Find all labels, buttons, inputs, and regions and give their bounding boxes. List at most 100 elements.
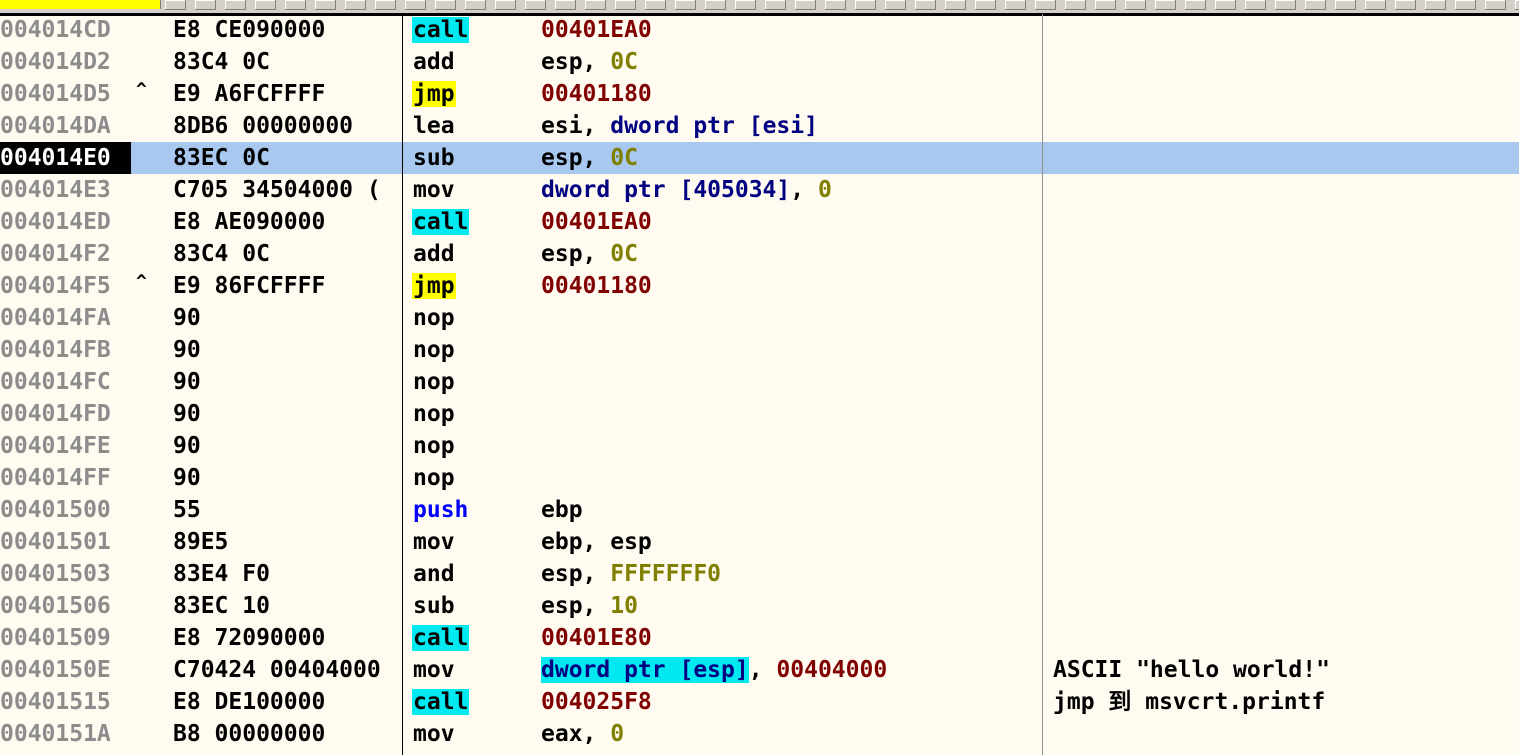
hex-bytes-cell[interactable]: 83C4 0C [173, 238, 403, 270]
hex-bytes-cell[interactable]: E8 DE100000 [173, 686, 403, 718]
hex-bytes-cell[interactable]: E9 A6FCFFFF [173, 78, 403, 110]
disasm-row[interactable]: 004014FF 90 nop [0, 462, 1519, 494]
operands-cell[interactable] [541, 334, 1041, 366]
operands-cell[interactable]: eax, 0 [541, 718, 1041, 750]
operands-cell[interactable] [541, 302, 1041, 334]
mnemonic-cell[interactable]: call [412, 14, 532, 46]
hex-bytes-cell[interactable]: E8 CE090000 [173, 14, 403, 46]
comment-cell[interactable] [1053, 398, 1513, 430]
disasm-row[interactable]: 004014D5 ^ E9 A6FCFFFF jmp 00401180 [0, 78, 1519, 110]
mnemonic-cell[interactable]: jmp [412, 270, 532, 302]
comment-cell[interactable] [1053, 206, 1513, 238]
operands-cell[interactable]: esi, dword ptr [esi] [541, 110, 1041, 142]
disasm-row[interactable]: 00401501 89E5 mov ebp, esp [0, 526, 1519, 558]
operands-cell[interactable]: 00401180 [541, 78, 1041, 110]
disasm-row[interactable]: 004014D2 83C4 0C add esp, 0C [0, 46, 1519, 78]
mnemonic-cell[interactable]: mov [412, 174, 532, 206]
operands-cell[interactable]: 004025F8 [541, 686, 1041, 718]
operands-cell[interactable]: 00401E80 [541, 622, 1041, 654]
disasm-row[interactable]: 004014FC 90 nop [0, 366, 1519, 398]
hex-bytes-cell[interactable]: 90 [173, 398, 403, 430]
hex-bytes-cell[interactable]: C70424 00404000 [173, 654, 403, 686]
mnemonic-cell[interactable]: mov [412, 718, 532, 750]
comment-cell[interactable] [1053, 78, 1513, 110]
comment-cell[interactable] [1053, 590, 1513, 622]
hex-bytes-cell[interactable]: 8DB6 00000000 [173, 110, 403, 142]
hex-bytes-cell[interactable]: 83E4 F0 [173, 558, 403, 590]
comment-cell[interactable] [1053, 142, 1513, 174]
address-cell[interactable]: 00401509 [0, 622, 130, 654]
address-cell[interactable]: 004014D2 [0, 46, 130, 78]
address-cell[interactable]: 00401503 [0, 558, 130, 590]
hex-bytes-cell[interactable]: 90 [173, 430, 403, 462]
disasm-row[interactable]: 004014E0 83EC 0C sub esp, 0C [0, 142, 1519, 174]
comment-cell[interactable] [1053, 526, 1513, 558]
operands-cell[interactable]: dword ptr [esp], 00404000 [541, 654, 1041, 686]
comment-cell[interactable] [1053, 558, 1513, 590]
operands-cell[interactable]: dword ptr [405034], 0 [541, 174, 1041, 206]
comment-cell[interactable]: ASCII "hello world!" [1053, 654, 1513, 686]
disasm-row[interactable]: 004014FD 90 nop [0, 398, 1519, 430]
disasm-row[interactable]: 0040151A B8 00000000 mov eax, 0 [0, 718, 1519, 750]
disasm-row[interactable]: 00401509 E8 72090000 call 00401E80 [0, 622, 1519, 654]
mnemonic-cell[interactable]: sub [412, 590, 532, 622]
comment-cell[interactable] [1053, 366, 1513, 398]
hex-bytes-cell[interactable]: 90 [173, 462, 403, 494]
disasm-row[interactable]: 004014ED E8 AE090000 call 00401EA0 [0, 206, 1519, 238]
disasm-row[interactable]: 0040150E C70424 00404000 mov dword ptr [esp… [0, 654, 1519, 686]
mnemonic-cell[interactable]: and [412, 558, 532, 590]
disasm-row[interactable]: 004014CD E8 CE090000 call 00401EA0 [0, 14, 1519, 46]
address-cell[interactable]: 004014F2 [0, 238, 130, 270]
address-cell[interactable]: 0040151A [0, 718, 130, 750]
disassembly-listing[interactable]: 004014CD E8 CE090000 call 00401EA0 004014D2 8… [0, 14, 1519, 750]
hex-bytes-cell[interactable]: 83EC 0C [173, 142, 403, 174]
mnemonic-cell[interactable]: mov [412, 526, 532, 558]
disasm-row[interactable]: 00401515 E8 DE100000 call 004025F8 jmp 到 msv… [0, 686, 1519, 718]
comment-cell[interactable] [1053, 302, 1513, 334]
operands-cell[interactable]: esp, 0C [541, 238, 1041, 270]
address-cell[interactable]: 004014FB [0, 334, 130, 366]
hex-bytes-cell[interactable]: E9 86FCFFFF [173, 270, 403, 302]
disasm-row[interactable]: 004014FB 90 nop [0, 334, 1519, 366]
disasm-row[interactable]: 004014F2 83C4 0C add esp, 0C [0, 238, 1519, 270]
operands-cell[interactable] [541, 398, 1041, 430]
operands-cell[interactable]: esp, 10 [541, 590, 1041, 622]
address-cell[interactable]: 004014F5 [0, 270, 130, 302]
disasm-row[interactable]: 004014FE 90 nop [0, 430, 1519, 462]
comment-cell[interactable] [1053, 46, 1513, 78]
disasm-row[interactable]: 00401506 83EC 10 sub esp, 10 [0, 590, 1519, 622]
address-cell[interactable]: 004014CD [0, 14, 130, 46]
disasm-row[interactable]: 004014E3 C705 34504000 (mov dword ptr [405… [0, 174, 1519, 206]
mnemonic-cell[interactable]: call [412, 622, 532, 654]
mnemonic-cell[interactable]: nop [412, 302, 532, 334]
hex-bytes-cell[interactable]: 90 [173, 334, 403, 366]
address-cell[interactable]: 00401501 [0, 526, 130, 558]
mnemonic-cell[interactable]: call [412, 206, 532, 238]
mnemonic-cell[interactable]: nop [412, 430, 532, 462]
operands-cell[interactable]: ebp [541, 494, 1041, 526]
mnemonic-cell[interactable]: add [412, 46, 532, 78]
operands-cell[interactable] [541, 430, 1041, 462]
operands-cell[interactable]: 00401EA0 [541, 206, 1041, 238]
address-cell[interactable]: 004014DA [0, 110, 130, 142]
comment-cell[interactable] [1053, 462, 1513, 494]
hex-bytes-cell[interactable]: B8 00000000 [173, 718, 403, 750]
hex-bytes-cell[interactable]: 89E5 [173, 526, 403, 558]
disasm-row[interactable]: 00401500 55 push ebp [0, 494, 1519, 526]
address-cell[interactable]: 004014FD [0, 398, 130, 430]
operands-cell[interactable]: esp, 0C [541, 142, 1041, 174]
address-cell[interactable]: 004014D5 [0, 78, 130, 110]
comment-cell[interactable] [1053, 110, 1513, 142]
operands-cell[interactable]: ebp, esp [541, 526, 1041, 558]
comment-cell[interactable] [1053, 270, 1513, 302]
mnemonic-cell[interactable]: nop [412, 462, 532, 494]
address-cell[interactable]: 004014ED [0, 206, 130, 238]
mnemonic-cell[interactable]: call [412, 686, 532, 718]
operands-cell[interactable] [541, 366, 1041, 398]
hex-bytes-cell[interactable]: C705 34504000 ( [173, 174, 403, 206]
hex-bytes-cell[interactable]: 83EC 10 [173, 590, 403, 622]
address-cell[interactable]: 004014FA [0, 302, 130, 334]
comment-cell[interactable] [1053, 430, 1513, 462]
mnemonic-cell[interactable]: push [412, 494, 532, 526]
hex-bytes-cell[interactable]: E8 72090000 [173, 622, 403, 654]
